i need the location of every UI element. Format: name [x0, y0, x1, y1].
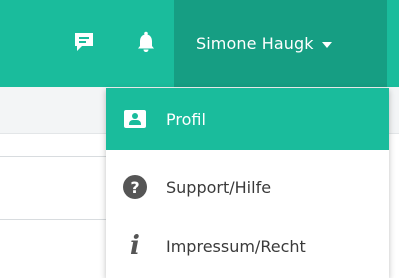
user-name: Simone Haugk [196, 34, 314, 53]
menu-item-label: Impressum/Recht [166, 236, 306, 256]
menu-item-impressum[interactable]: i Impressum/Recht [106, 215, 389, 277]
user-dropdown-menu: Profil ? Support/Hilfe i Impressum/Recht [106, 88, 389, 278]
menu-item-label: Profil [166, 109, 206, 129]
caret-down-icon [321, 42, 332, 48]
menu-item-label: Support/Hilfe [166, 177, 272, 197]
notifications-button[interactable] [132, 28, 160, 56]
header-right-edge [387, 0, 399, 87]
bell-icon [138, 31, 154, 52]
top-navbar: Simone Haugk [0, 0, 399, 87]
question-circle-icon: ? [120, 172, 150, 202]
divider [0, 156, 106, 157]
profile-card-icon [120, 104, 150, 134]
menu-item-profil[interactable]: Profil [106, 88, 389, 150]
chat-icon [75, 33, 93, 51]
divider [0, 219, 106, 220]
chat-button[interactable] [70, 28, 98, 56]
info-icon: i [130, 231, 140, 261]
user-menu-toggle[interactable]: Simone Haugk [174, 0, 387, 87]
menu-item-support[interactable]: ? Support/Hilfe [106, 156, 389, 218]
